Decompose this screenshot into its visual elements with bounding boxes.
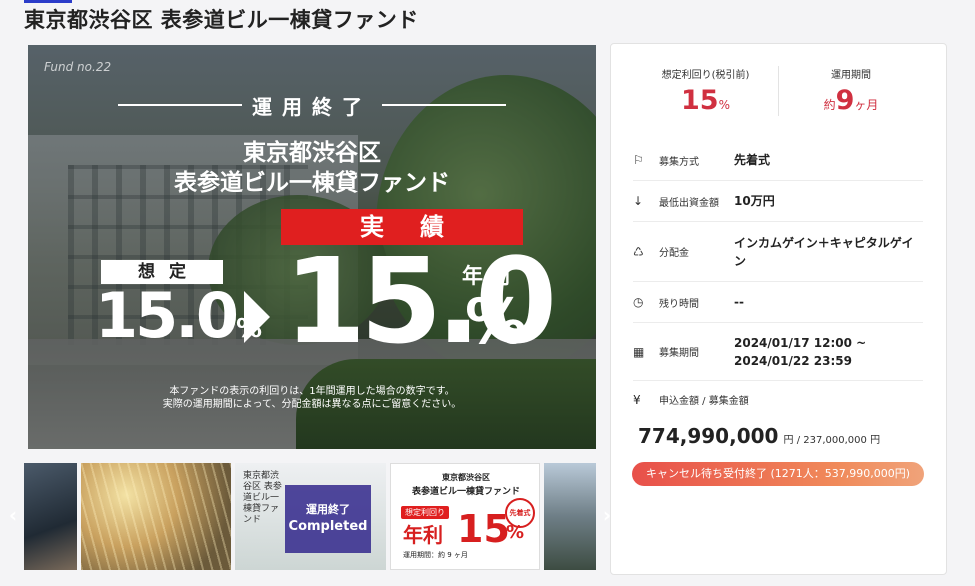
operation-period: 運用期間 約9ヶ月 xyxy=(778,66,923,116)
thumbnail-1[interactable] xyxy=(24,463,77,570)
operation-period-value: 9 xyxy=(835,85,855,116)
hero-fund-name-line2: 表参道ビル一棟貸ファンド xyxy=(174,170,450,196)
calendar-icon: ▦ xyxy=(633,344,645,359)
arrow-right-icon xyxy=(244,291,270,343)
detail-row-min-investment: ↓ 最低出資金額 10万円 xyxy=(633,181,923,222)
first-come-badge: 先着式 xyxy=(505,498,535,528)
thumbnail-3[interactable]: 東京都渋谷区 表参道ビル一棟貸ファンド 運用終了 Completed xyxy=(235,463,386,570)
thumbnail-2[interactable] xyxy=(81,463,231,570)
amount-values: 774,990,000 円 / 237,000,000 円 xyxy=(638,424,881,448)
expected-yield-value: 15 xyxy=(681,85,719,116)
amount-label-row: ¥ 申込金額 / 募集金額 xyxy=(633,392,749,408)
clock-icon: ◷ xyxy=(633,295,644,309)
cancel-waitlist-button[interactable]: キャンセル待ち受付終了 (1271人：537,990,000円) xyxy=(632,462,924,486)
carousel-prev-icon[interactable]: ‹ xyxy=(4,504,22,526)
hero-note-line2: 実際の運用期間によって、分配金額は異なる点にご留意ください。 xyxy=(162,399,462,410)
status-heading: 運用終了 xyxy=(118,91,506,120)
expected-yield: 想定利回り(税引前) 15% xyxy=(661,70,750,116)
detail-row-distribution: ♺ 分配金 インカムゲイン＋キャピタルゲイン xyxy=(633,222,923,282)
arrow-down-icon: ↓ xyxy=(633,194,644,208)
target-amount: / 237,000,000 円 xyxy=(793,435,881,446)
actual-rate-percent: % xyxy=(465,285,528,358)
hero-image: Fund no.22 運用終了 東京都渋谷区 表参道ビル一棟貸ファンド 実績 想… xyxy=(28,45,596,449)
detail-row-remaining-time: ◷ 残り時間 -- xyxy=(633,282,923,323)
applied-amount: 774,990,000 xyxy=(638,424,779,448)
thumbnail-5[interactable] xyxy=(544,463,596,570)
completed-overlay: 運用終了 Completed xyxy=(285,485,371,553)
summary-panel: 想定利回り(税引前) 15% 運用期間 約9ヶ月 xyxy=(633,66,923,121)
hero-fund-name-line1: 東京都渋谷区 xyxy=(243,140,381,166)
detail-row-recruit-method: ⚐ 募集方式 先着式 xyxy=(633,140,923,181)
fund-info-card: 想定利回り(税引前) 15% 運用期間 約9ヶ月 ⚐ 募集方式 先着式 ↓ 最低… xyxy=(610,43,947,575)
thumbnail-carousel: 東京都渋谷区 表参道ビル一棟貸ファンド 運用終了 Completed 東京都渋谷… xyxy=(24,463,596,570)
piggy-bank-icon: ♺ xyxy=(633,244,644,259)
expected-rate: 15.0% xyxy=(95,279,263,352)
detail-row-recruit-period: ▦ 募集期間 2024/01/17 12:00 ~2024/01/22 23:5… xyxy=(633,323,923,381)
flag-icon: ⚐ xyxy=(633,153,644,167)
details-list: ⚐ 募集方式 先着式 ↓ 最低出資金額 10万円 ♺ 分配金 インカムゲイン＋キ… xyxy=(633,140,923,381)
top-accent-bar xyxy=(24,0,72,3)
page-title: 東京都渋谷区 表参道ビル一棟貸ファンド xyxy=(24,8,419,32)
thumbnail-4[interactable]: 東京都渋谷区 表参道ビル一棟貸ファンド 想定利回り 年利 15 % 先着式 運用… xyxy=(390,463,540,570)
yen-icon: ¥ xyxy=(633,392,641,407)
fund-number: Fund no.22 xyxy=(44,60,112,74)
thumbnail-3-title: 東京都渋谷区 表参道ビル一棟貸ファンド xyxy=(243,471,282,525)
